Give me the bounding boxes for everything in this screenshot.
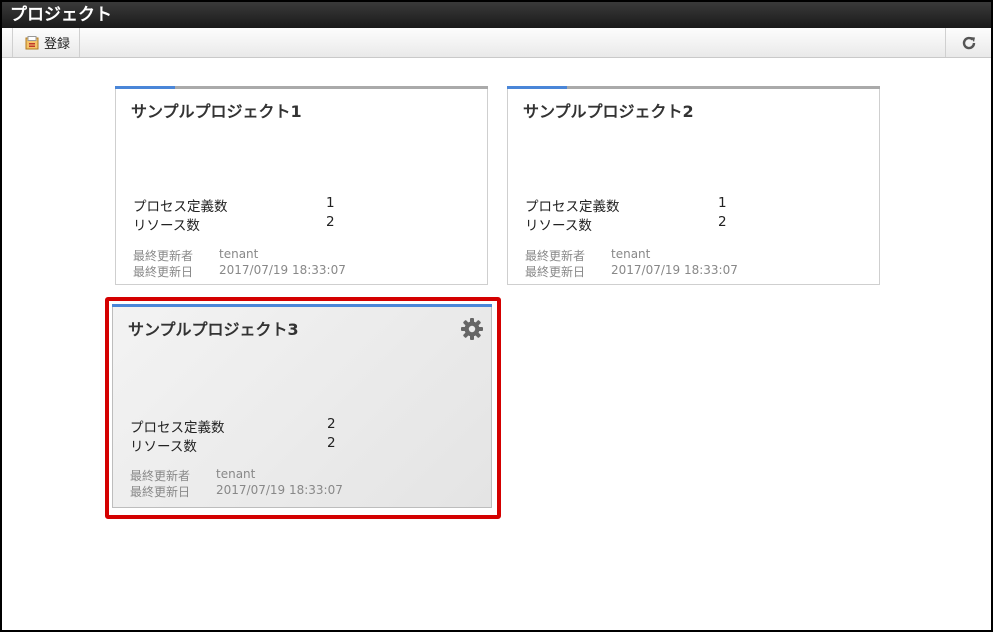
- updated-at: 2017/07/19 18:33:07: [611, 263, 738, 277]
- updated-at: 2017/07/19 18:33:07: [219, 263, 346, 277]
- resource-label: リソース数: [133, 218, 200, 234]
- process-count: 1: [718, 195, 727, 211]
- project-card-2[interactable]: サンプルプロジェクト2 プロセス定義数 1 リソース数 2 最終更新者 tena…: [507, 86, 880, 285]
- process-count-row: プロセス定義数 1: [133, 195, 335, 215]
- project-window: プロジェクト 登録 サンプルプロジェクト1 プロセス定義数 1 リソース数 2 …: [0, 0, 993, 632]
- updated-at-label: 最終更新日: [525, 265, 586, 279]
- refresh-icon: [961, 35, 977, 51]
- updated-by-label: 最終更新者: [133, 249, 194, 263]
- updated-by: tenant: [611, 247, 651, 261]
- register-icon: [25, 35, 39, 50]
- process-label: プロセス定義数: [525, 199, 620, 215]
- resource-count: 2: [326, 214, 335, 230]
- process-count: 1: [326, 195, 335, 211]
- window-title: プロジェクト: [2, 2, 991, 28]
- updated-at-row: 最終更新日 2017/07/19 18:33:07: [133, 263, 346, 280]
- project-title: サンプルプロジェクト2: [523, 102, 694, 121]
- updated-by-row: 最終更新者 tenant: [133, 247, 258, 264]
- updated-at-label: 最終更新日: [133, 265, 194, 279]
- project-title: サンプルプロジェクト1: [131, 102, 302, 121]
- resource-label: リソース数: [525, 218, 592, 234]
- toolbar: 登録: [2, 28, 991, 58]
- process-label: プロセス定義数: [133, 199, 228, 215]
- updated-by-row: 最終更新者 tenant: [525, 247, 650, 264]
- register-button[interactable]: 登録: [12, 28, 80, 57]
- register-label: 登録: [44, 37, 71, 52]
- selection-highlight: [105, 297, 501, 519]
- process-count-row: プロセス定義数 1: [525, 195, 727, 215]
- updated-at-row: 最終更新日 2017/07/19 18:33:07: [525, 263, 738, 280]
- resource-count: 2: [718, 214, 727, 230]
- resource-count-row: リソース数 2: [133, 214, 335, 234]
- updated-by-label: 最終更新者: [525, 249, 586, 263]
- resource-count-row: リソース数 2: [525, 214, 727, 234]
- refresh-button[interactable]: [945, 28, 991, 57]
- updated-by: tenant: [219, 247, 259, 261]
- project-card-1[interactable]: サンプルプロジェクト1 プロセス定義数 1 リソース数 2 最終更新者 tena…: [115, 86, 488, 285]
